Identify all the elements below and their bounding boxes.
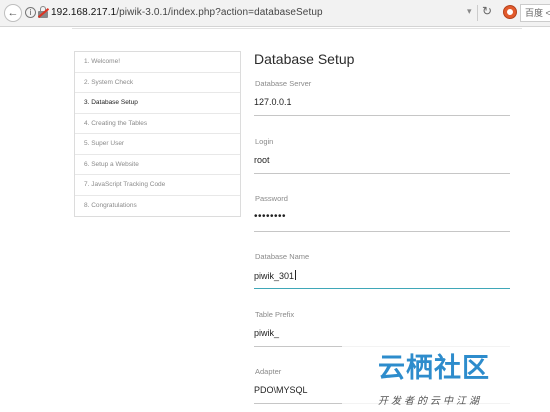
- page-divider: [72, 28, 522, 29]
- watermark-slogan: 开发者的云中江湖: [378, 396, 482, 407]
- table-prefix-label: Table Prefix: [255, 310, 295, 319]
- url-path: /piwik-3.0.1/index.php?action=databaseSe…: [116, 7, 323, 18]
- login-underline: [254, 173, 510, 174]
- reload-icon[interactable]: ↻: [482, 4, 492, 18]
- password-underline: [254, 231, 510, 232]
- watermark-logo: 云栖社区: [378, 353, 490, 384]
- address-bar[interactable]: 192.168.217.1/piwik-3.0.1/index.php?acti…: [51, 7, 323, 18]
- table-prefix-input[interactable]: piwik_: [254, 328, 279, 338]
- login-input[interactable]: root: [254, 155, 270, 165]
- step-item-congratulations: 8. Congratulations: [84, 201, 137, 209]
- step-item-setup-website: 6. Setup a Website: [75, 155, 240, 175]
- step-item-welcome: 1. Welcome!: [75, 52, 240, 73]
- install-steps-list: 1. Welcome! 2. System Check 3. Database …: [74, 51, 241, 217]
- step-item-database-setup: 3. Database Setup: [75, 93, 240, 114]
- database-server-input[interactable]: 127.0.0.1: [254, 97, 292, 107]
- password-label: Password: [255, 194, 288, 203]
- url-host: 192.168.217.1: [51, 7, 117, 18]
- page-title: Database Setup: [254, 51, 355, 67]
- database-server-label: Database Server: [255, 79, 312, 88]
- step-item-tracking-code: 7. JavaScript Tracking Code: [75, 175, 240, 196]
- back-arrow-icon[interactable]: ←: [4, 4, 22, 22]
- browser-toolbar: ← i 192.168.217.1/piwik-3.0.1/index.php?…: [0, 0, 550, 27]
- adapter-select[interactable]: PDO\MYSQL: [254, 385, 308, 395]
- password-input[interactable]: ••••••••: [254, 211, 286, 222]
- login-label: Login: [255, 137, 274, 146]
- addon-icon[interactable]: [503, 5, 517, 19]
- database-name-input[interactable]: piwik_301: [254, 270, 297, 281]
- database-name-value: piwik_301: [254, 271, 295, 281]
- step-item-super-user: 5. Super User: [75, 134, 240, 155]
- step-item-creating-tables: 4. Creating the Tables: [75, 114, 240, 134]
- database-server-underline: [254, 115, 510, 116]
- info-icon[interactable]: i: [25, 7, 36, 18]
- chevron-down-icon[interactable]: ▾: [467, 6, 472, 17]
- text-caret: [295, 270, 297, 280]
- search-input[interactable]: 百度 <Ctr: [520, 4, 550, 22]
- step-item-system-check: 2. System Check: [75, 73, 240, 93]
- database-name-label: Database Name: [255, 252, 310, 261]
- toolbar-divider: [477, 5, 478, 21]
- adapter-label: Adapter: [255, 367, 282, 376]
- database-name-underline: [254, 288, 510, 289]
- insecure-lock-icon[interactable]: [37, 6, 50, 19]
